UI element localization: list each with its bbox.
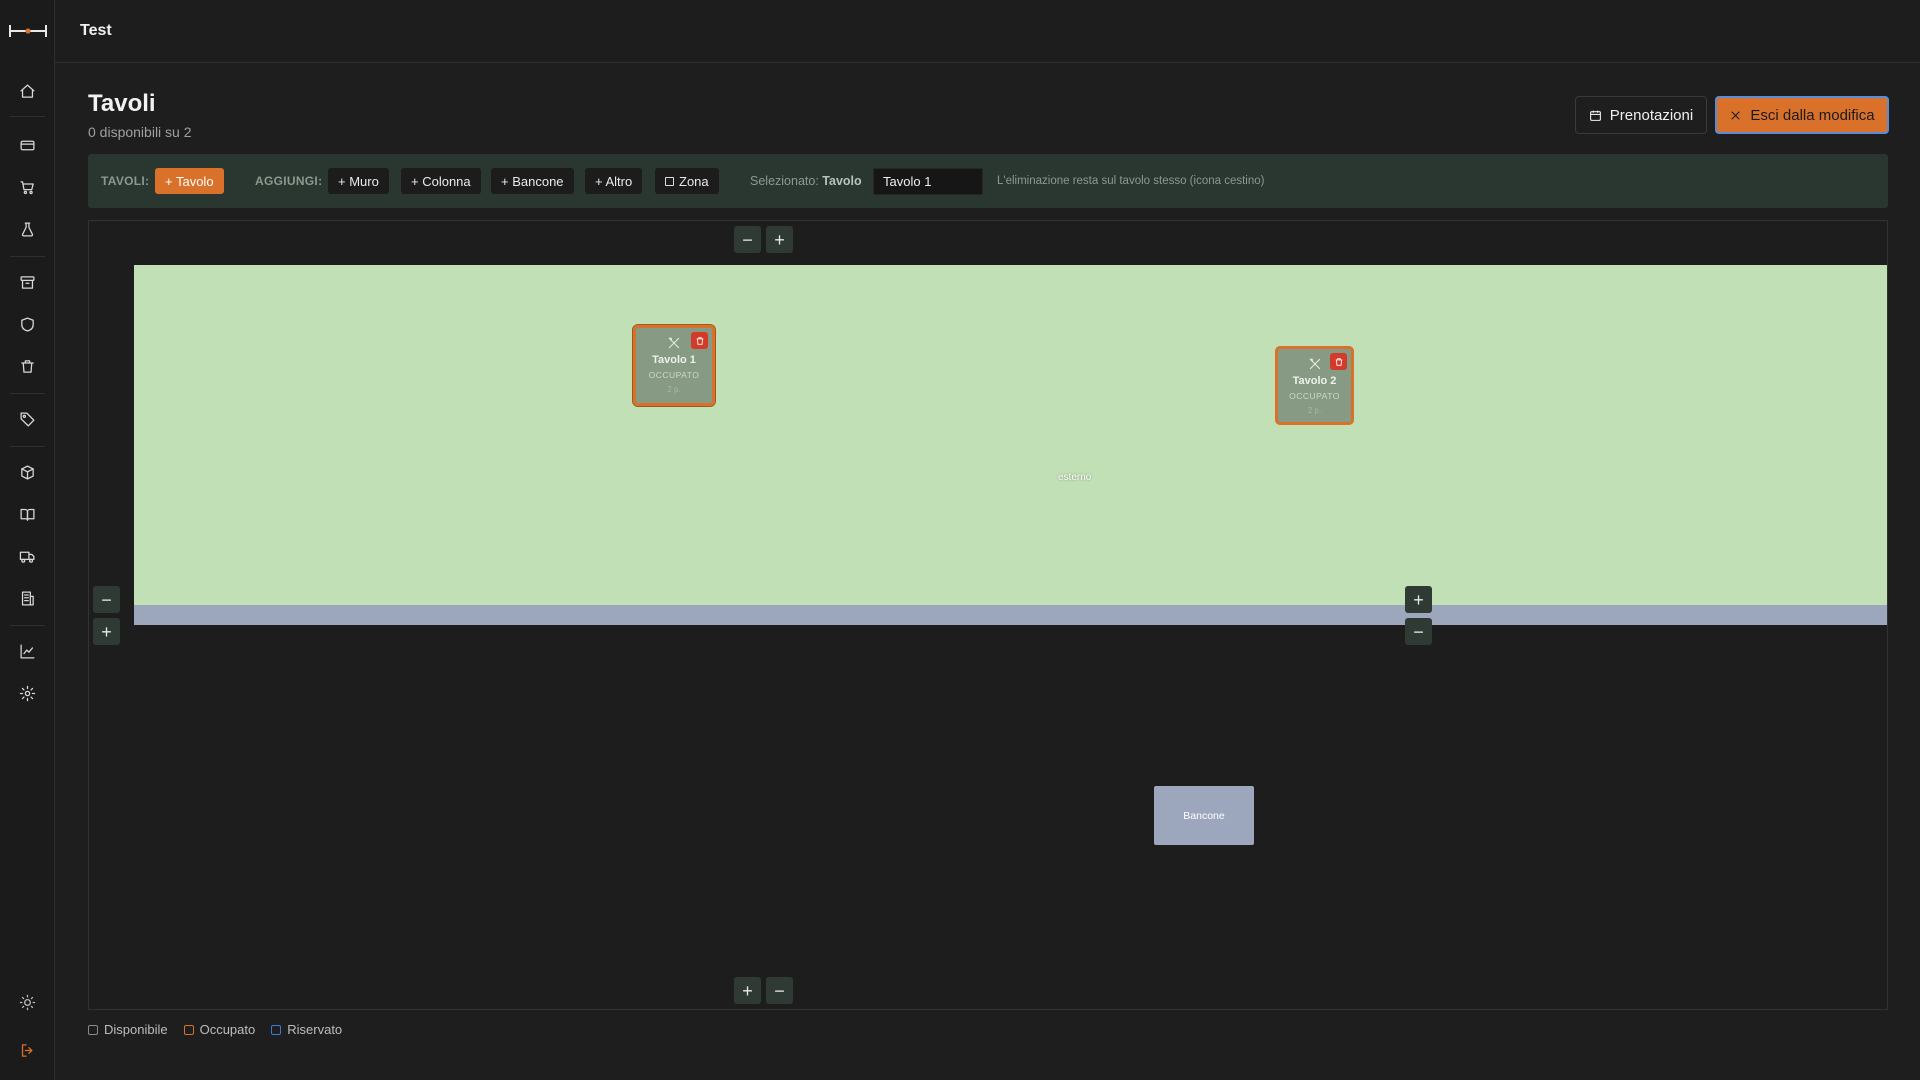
reserved-swatch	[271, 1024, 282, 1035]
app-title: Test	[80, 22, 112, 39]
page-subtitle: 0 disponibili su 2	[88, 124, 192, 140]
shrink-top-button[interactable]: −	[734, 226, 761, 253]
archive-icon	[19, 275, 35, 289]
theme-toggle[interactable]	[15, 990, 39, 1014]
selected-name-input[interactable]	[873, 168, 983, 195]
flask-icon	[21, 221, 33, 237]
add-zone-button[interactable]: Zona	[655, 168, 719, 194]
delete-hint: L'eliminazione resta sul tavolo stesso (…	[997, 175, 1265, 187]
selected-info: Selezionato: Tavolo	[750, 174, 862, 188]
add-wall-button[interactable]: + Muro	[328, 168, 389, 194]
floor-plan-canvas[interactable]: − + esterno − + + − Tavolo 1 OCCUPATO 2 …	[88, 220, 1888, 1010]
calendar-icon	[1589, 110, 1601, 121]
logout-button[interactable]	[15, 1038, 39, 1062]
tables-label: TAVOLI:	[101, 174, 150, 188]
sidebar-item-settings[interactable]	[15, 681, 39, 705]
counter-element[interactable]: Bancone	[1154, 786, 1254, 845]
sidebar-item-payments[interactable]	[15, 133, 39, 157]
legend-available: Disponibile	[88, 1022, 168, 1037]
trash-icon	[1335, 357, 1342, 366]
exit-edit-button[interactable]: Esci dalla modifica	[1715, 96, 1889, 134]
reservations-button[interactable]: Prenotazioni	[1575, 96, 1707, 134]
shrink-bottom-button[interactable]: −	[766, 977, 793, 1004]
sidebar-item-tags[interactable]	[15, 407, 39, 431]
exit-edit-button-label: Esci dalla modifica	[1750, 106, 1875, 124]
table-seats: 2 p.	[1307, 406, 1322, 415]
box-icon	[20, 464, 34, 480]
occupied-swatch	[183, 1024, 194, 1035]
table-name: Tavolo 1	[652, 354, 696, 366]
building-icon	[21, 590, 34, 606]
square-icon	[665, 176, 674, 186]
sidebar-item-stats[interactable]	[15, 639, 39, 663]
counter-label: Bancone	[1183, 809, 1225, 822]
chart-icon	[19, 643, 35, 659]
sidebar-item-home[interactable]	[15, 79, 39, 103]
cutlery-icon	[666, 335, 682, 356]
add-table-button[interactable]: + Tavolo	[155, 168, 224, 194]
theme-sun-icon	[19, 994, 35, 1010]
legend-reserved-label: Riservato	[287, 1022, 343, 1037]
expand-right-button[interactable]: +	[1405, 586, 1432, 613]
legend-reserved: Riservato	[271, 1022, 342, 1037]
zone-area[interactable]: esterno	[134, 265, 1887, 607]
sidebar-item-buildings[interactable]	[15, 586, 39, 610]
truck-icon	[19, 551, 35, 563]
legend-available-label: Disponibile	[104, 1022, 168, 1037]
add-label: AGGIUNGI:	[255, 174, 323, 188]
sidebar-item-orders[interactable]	[15, 175, 39, 199]
legend-occupied-label: Occupato	[199, 1022, 256, 1037]
sidebar-item-products[interactable]	[15, 460, 39, 484]
cutlery-icon	[1307, 356, 1323, 377]
expand-top-button[interactable]: +	[766, 226, 793, 253]
status-legend: Disponibile Occupato Riservato	[88, 1022, 342, 1037]
home-icon	[19, 83, 35, 98]
table-1[interactable]: Tavolo 1 OCCUPATO 2 p.	[632, 324, 716, 407]
sidebar-item-lab[interactable]	[15, 217, 39, 241]
logo-mark-icon	[8, 25, 47, 37]
logo[interactable]	[0, 0, 55, 62]
settings-icon	[19, 685, 35, 701]
book-icon	[19, 508, 35, 521]
add-counter-button[interactable]: + Bancone	[491, 168, 574, 194]
logout-icon	[21, 1043, 32, 1057]
sidebar-item-trash[interactable]	[15, 354, 39, 378]
shield-icon	[20, 316, 34, 332]
editor-toolbar: TAVOLI: + Tavolo AGGIUNGI: + Muro + Colo…	[88, 154, 1888, 208]
page-title: Tavoli	[88, 90, 156, 117]
zone-label: esterno	[1058, 472, 1092, 483]
expand-bottom-button[interactable]: +	[734, 977, 761, 1004]
wall-element[interactable]	[134, 605, 1887, 625]
expand-left-button[interactable]: +	[93, 618, 120, 645]
cart-icon	[19, 180, 34, 194]
trash-icon	[20, 359, 34, 373]
selected-type: Tavolo	[822, 174, 862, 188]
sidebar-item-archive[interactable]	[15, 270, 39, 294]
add-column-button[interactable]: + Colonna	[401, 168, 481, 194]
available-swatch	[88, 1024, 98, 1035]
credit-card-icon	[19, 140, 35, 150]
add-other-button[interactable]: + Altro	[585, 168, 643, 194]
sidebar-item-security[interactable]	[15, 312, 39, 336]
sidebar-item-delivery[interactable]	[15, 544, 39, 568]
table-2[interactable]: Tavolo 2 OCCUPATO 2 p.	[1275, 346, 1354, 425]
table-status: OCCUPATO	[648, 370, 700, 380]
delete-table-button[interactable]	[1330, 353, 1347, 370]
table-seats: 2 p.	[667, 385, 681, 394]
table-status: OCCUPATO	[1289, 391, 1340, 401]
table-name: Tavolo 2	[1292, 375, 1337, 387]
trash-icon	[696, 336, 703, 345]
selected-prefix: Selezionato:	[750, 174, 819, 188]
delete-table-button[interactable]	[691, 332, 708, 349]
add-zone-label: Zona	[679, 173, 709, 189]
sidebar-item-menu[interactable]	[15, 502, 39, 526]
legend-occupied: Occupato	[183, 1022, 256, 1037]
close-icon	[1731, 110, 1741, 120]
tag-icon	[19, 411, 35, 427]
reservations-button-label: Prenotazioni	[1609, 106, 1694, 124]
sidebar	[0, 0, 55, 1080]
topbar: Test	[55, 0, 1920, 63]
shrink-left-button[interactable]: −	[93, 586, 120, 613]
shrink-right-button[interactable]: −	[1405, 618, 1432, 645]
